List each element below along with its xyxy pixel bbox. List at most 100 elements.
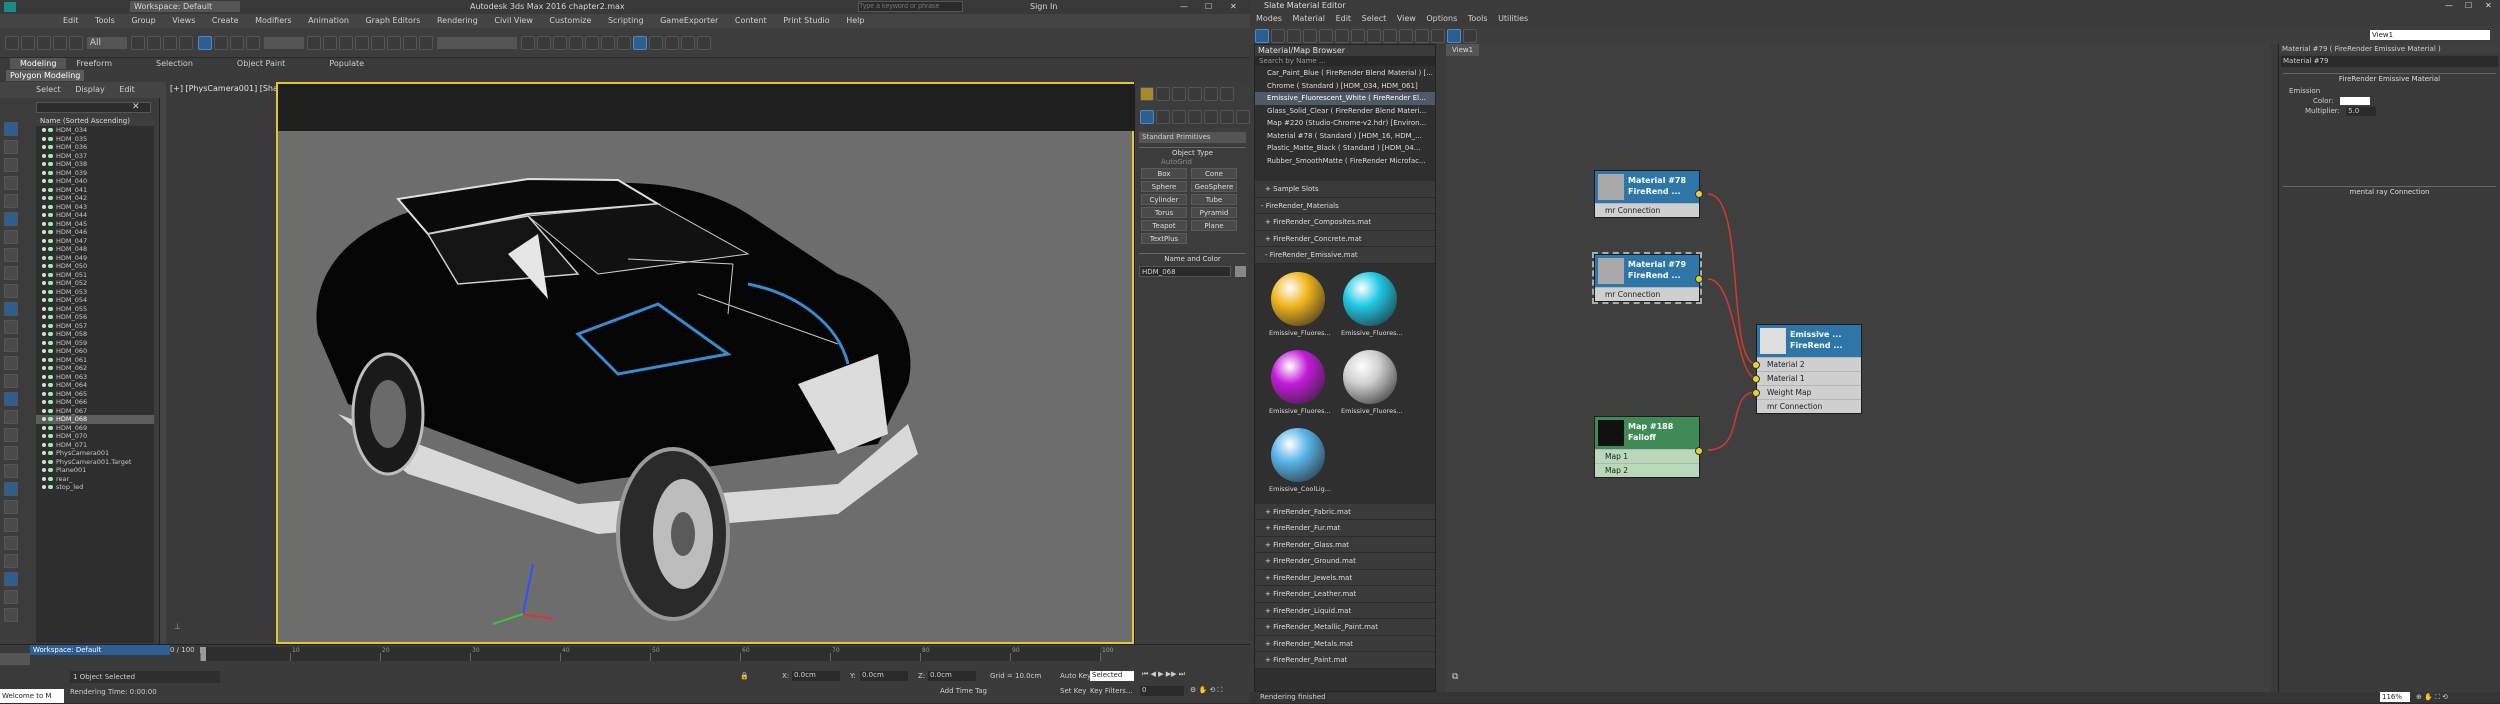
visibility-eye-icon[interactable] (42, 298, 46, 302)
layer-explorer-icon[interactable] (0, 653, 30, 665)
curve-editor-icon[interactable] (601, 36, 616, 50)
visibility-eye-icon[interactable] (42, 383, 46, 387)
node-material-79[interactable]: Material #79 FireRend ... mr Connection (1592, 252, 1703, 304)
shapes-icon[interactable] (1156, 110, 1170, 124)
render-setup-icon[interactable] (649, 36, 664, 50)
node-port[interactable]: Material 1 (1757, 371, 1861, 385)
menu-group[interactable]: Group (131, 16, 155, 25)
slate-minimize-icon[interactable]: — (2445, 0, 2453, 12)
explorer-row[interactable]: HDM_050 (36, 262, 154, 271)
material-swatch[interactable]: Emissive_Fluores... (1267, 348, 1331, 418)
redo-icon[interactable] (21, 36, 35, 50)
slate-menu-tools[interactable]: Tools (1468, 14, 1488, 23)
library-category[interactable]: + FireRender_Metals.mat (1255, 635, 1435, 652)
explorer-row[interactable]: HDM_041 (36, 186, 154, 195)
menu-modifiers[interactable]: Modifiers (255, 16, 292, 25)
hierarchy-panel-icon[interactable] (1172, 87, 1186, 101)
explorer-filter-icon[interactable] (4, 266, 18, 280)
explorer-filter-icon[interactable] (4, 500, 18, 514)
browser-scene-material[interactable]: Map #220 (Studio-Chrome-v2.hdr) [Environ… (1255, 117, 1435, 130)
menu-tools[interactable]: Tools (95, 16, 115, 25)
transform-gizmo-icon[interactable] (492, 563, 554, 625)
slate-menu-select[interactable]: Select (1362, 14, 1387, 23)
max-logo-icon[interactable] (4, 2, 16, 12)
explorer-row[interactable]: HDM_036 (36, 143, 154, 152)
explorer-filter-icon[interactable] (4, 122, 18, 136)
create-box-button[interactable]: Box (1141, 168, 1187, 179)
slate-menu-options[interactable]: Options (1426, 14, 1457, 23)
create-pyramid-button[interactable]: Pyramid (1191, 207, 1237, 218)
explorer-row[interactable]: HDM_046 (36, 228, 154, 237)
visibility-eye-icon[interactable] (42, 136, 46, 141)
menu-content[interactable]: Content (735, 16, 767, 25)
select-object-icon[interactable] (130, 36, 145, 50)
menu-print-studio[interactable]: Print Studio (783, 16, 829, 25)
menu-help[interactable]: Help (846, 16, 864, 25)
input-socket[interactable] (1752, 389, 1760, 397)
window-crossing-icon[interactable] (178, 36, 193, 50)
visibility-eye-icon[interactable] (42, 204, 46, 209)
explorer-filter-icon[interactable] (4, 302, 18, 316)
visibility-eye-icon[interactable] (42, 170, 46, 175)
explorer-row[interactable]: HDM_040 (36, 177, 154, 186)
add-time-tag-button[interactable]: Add Time Tag (940, 687, 987, 695)
create-textplus-button[interactable]: TextPlus (1141, 233, 1187, 244)
render-iterative-icon[interactable] (697, 36, 712, 50)
visibility-eye-icon[interactable] (42, 340, 46, 345)
visibility-eye-icon[interactable] (42, 221, 46, 226)
create-cylinder-button[interactable]: Cylinder (1141, 194, 1187, 205)
timeline[interactable]: 0 10 20 30 40 50 60 70 80 90 100 (200, 647, 1113, 661)
library-category[interactable]: + FireRender_Fur.mat (1255, 520, 1435, 537)
explorer-filter-icon[interactable] (4, 230, 18, 244)
explorer-row[interactable]: HDM_053 (36, 288, 154, 297)
visibility-eye-icon[interactable] (42, 247, 46, 251)
explorer-filter-icon[interactable] (4, 410, 18, 424)
ribbon-polygon-modeling[interactable]: Polygon Modeling (6, 70, 84, 81)
layout-all-icon[interactable] (1399, 29, 1413, 43)
workspace-dropdown[interactable]: Workspace: Default (130, 1, 240, 12)
explorer-row[interactable]: HDM_071 (36, 441, 154, 450)
perspective-viewport[interactable]: [+] [PhysCamera001] [Shaded] ⊥ (166, 82, 1136, 644)
visibility-eye-icon[interactable] (42, 196, 46, 200)
helpers-icon[interactable] (1204, 110, 1218, 124)
explorer-filter-icon[interactable] (4, 554, 18, 568)
explorer-row[interactable]: HDM_045 (36, 220, 154, 229)
visibility-eye-icon[interactable] (42, 128, 46, 132)
keyboard-shortcut-icon[interactable] (339, 36, 354, 50)
visibility-eye-icon[interactable] (42, 442, 46, 447)
explorer-row[interactable]: stop_led (36, 483, 154, 492)
ribbon-tab-selection[interactable]: Selection (146, 58, 203, 69)
assign-material-icon[interactable] (1303, 29, 1317, 43)
slate-menu-edit[interactable]: Edit (1336, 14, 1352, 23)
visibility-eye-icon[interactable] (42, 255, 46, 260)
visibility-eye-icon[interactable] (42, 459, 46, 464)
x-coord-field[interactable]: 0.0cm (792, 671, 840, 681)
view-dropdown[interactable]: View1 (2370, 30, 2490, 40)
explorer-filter-icon[interactable] (4, 356, 18, 370)
explorer-filter-icon[interactable] (4, 140, 18, 154)
create-geosphere-button[interactable]: GeoSphere (1191, 181, 1237, 192)
render-frame-icon[interactable] (665, 36, 680, 50)
browser-scene-material[interactable]: Emissive_Fluorescent_White ( FireRender … (1255, 92, 1435, 105)
node-view[interactable]: View1 Material #78 FireRend ... mr Connec… (1446, 44, 2270, 692)
explorer-row[interactable]: Plane001 (36, 466, 154, 475)
explorer-filter-icon[interactable] (4, 392, 18, 406)
view-nav-icons[interactable]: ⊕ ✋ ⛶ ⟲ (2416, 692, 2448, 703)
ribbon-tab-object-paint[interactable]: Object Paint (227, 58, 295, 69)
explorer-filter-icon[interactable] (4, 176, 18, 190)
slate-close-icon[interactable]: ✕ (2485, 0, 2492, 12)
multiplier-spinner[interactable]: 5.0 (2346, 107, 2377, 116)
pick-material-icon[interactable] (1271, 29, 1285, 43)
rect-region-icon[interactable] (162, 36, 177, 50)
pivot-icon[interactable] (307, 36, 322, 50)
browser-scene-material[interactable]: Glass_Solid_Clear ( FireRender Blend Mat… (1255, 105, 1435, 118)
slate-menu-view[interactable]: View (1397, 14, 1416, 23)
visibility-eye-icon[interactable] (42, 179, 46, 183)
visibility-eye-icon[interactable] (42, 434, 46, 438)
material-swatch[interactable]: Emissive_CoolLig... (1267, 426, 1331, 496)
align-icon[interactable] (537, 36, 552, 50)
browser-scene-material[interactable]: Plastic_Matte_Black ( Standard ) [HDM_04… (1255, 142, 1435, 155)
library-category[interactable]: + FireRender_Glass.mat (1255, 536, 1435, 553)
explorer-filter-icon[interactable] (4, 590, 18, 604)
explorer-filter-icon[interactable] (4, 248, 18, 262)
